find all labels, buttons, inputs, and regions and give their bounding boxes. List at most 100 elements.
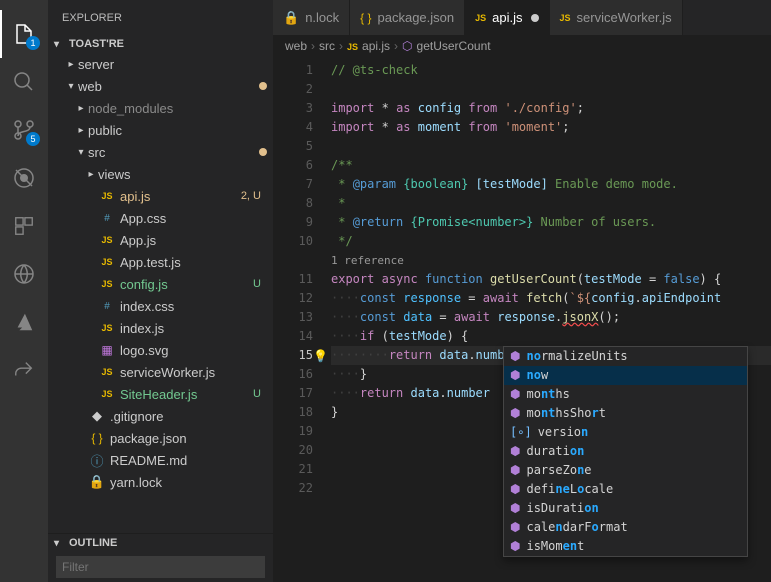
outline-filter-input[interactable] (56, 556, 265, 578)
code-editor[interactable]: 12345678910111213141516171819202122 // @… (273, 57, 771, 582)
activity-azure[interactable] (0, 298, 48, 346)
code-line[interactable]: */ (331, 232, 771, 251)
file-item[interactable]: { }package.json (48, 427, 273, 449)
variable-icon: [∘] (510, 423, 532, 442)
activity-liveshare[interactable] (0, 346, 48, 394)
line-number: 16 (273, 365, 313, 384)
code-line[interactable]: import * as moment from 'moment'; (331, 118, 771, 137)
breadcrumb-item[interactable]: JSapi.js (347, 39, 390, 53)
debug-icon (12, 166, 36, 190)
autocomplete-label: calendarFormat (526, 518, 627, 537)
file-item[interactable]: JSSiteHeader.jsU (48, 383, 273, 405)
code-line[interactable]: * @param {boolean} [testMode] Enable dem… (331, 175, 771, 194)
breadcrumb-item[interactable]: src (319, 39, 335, 53)
file-item[interactable]: ⓘREADME.md (48, 449, 273, 471)
file-label: App.js (120, 233, 267, 248)
folder-item[interactable]: ▾web (48, 75, 273, 97)
code-line[interactable]: ····const data = await response.jsonX(); (331, 308, 771, 327)
file-item[interactable]: 🔒yarn.lock (48, 471, 273, 493)
file-item[interactable]: JSindex.js (48, 317, 273, 339)
code-line[interactable]: ····if (testMode) { (331, 327, 771, 346)
chevron-icon: ▸ (74, 125, 88, 136)
activity-search[interactable] (0, 58, 48, 106)
line-number: 12 (273, 289, 313, 308)
line-number: 13 (273, 308, 313, 327)
file-item[interactable]: #index.css (48, 295, 273, 317)
autocomplete-item[interactable]: [∘] version (504, 423, 747, 442)
autocomplete-item[interactable]: ⬢calendarFormat (504, 518, 747, 537)
code-content[interactable]: // @ts-check import * as config from './c… (331, 57, 771, 582)
autocomplete-item[interactable]: ⬢duration (504, 442, 747, 461)
activity-debug[interactable] (0, 154, 48, 202)
editor-tab[interactable]: JSserviceWorker.js (550, 0, 683, 35)
autocomplete-item[interactable]: ⬢parseZone (504, 461, 747, 480)
code-line[interactable] (331, 80, 771, 99)
file-label: web (78, 79, 259, 94)
code-line[interactable]: export async function getUserCount(testM… (331, 270, 771, 289)
method-icon: ⬢ (510, 499, 520, 518)
breadcrumb[interactable]: web›src›JSapi.js›⬡getUserCount (273, 35, 771, 57)
autocomplete-item[interactable]: ⬢now (504, 366, 747, 385)
folder-item[interactable]: ▾src (48, 141, 273, 163)
autocomplete-label: version (538, 423, 589, 442)
line-number: 21 (273, 460, 313, 479)
file-item[interactable]: ◆.gitignore (48, 405, 273, 427)
editor-area: 🔒n.lock{ }package.jsonJSapi.jsJSserviceW… (273, 0, 771, 582)
activity-scm[interactable]: 5 (0, 106, 48, 154)
lightbulb-icon[interactable]: 💡 (313, 347, 328, 366)
folder-item[interactable]: ▸public (48, 119, 273, 141)
code-line[interactable]: import * as config from './config'; (331, 99, 771, 118)
autocomplete-label: duration (526, 442, 584, 461)
autocomplete-item[interactable]: ⬢defineLocale (504, 480, 747, 499)
code-line[interactable]: ····const response = await fetch(`${conf… (331, 289, 771, 308)
file-item[interactable]: JSapi.js2, U (48, 185, 273, 207)
file-label: App.test.js (120, 255, 267, 270)
outline-section-header[interactable]: ▾ OUTLINE (48, 534, 273, 552)
code-lens[interactable]: 1 reference (331, 251, 771, 270)
method-icon: ⬢ (510, 537, 520, 556)
sidebar-title: EXPLORER (48, 0, 273, 35)
autocomplete-item[interactable]: ⬢isMoment (504, 537, 747, 556)
folder-item[interactable]: ▸server (48, 53, 273, 75)
autocomplete-label: parseZone (526, 461, 591, 480)
breadcrumb-item[interactable]: web (285, 39, 307, 53)
activity-remote[interactable] (0, 250, 48, 298)
chevron-down-icon: ▾ (54, 39, 66, 50)
editor-tab[interactable]: 🔒n.lock (273, 0, 350, 35)
activity-explorer[interactable]: 1 (0, 10, 48, 58)
line-number: 1 (273, 61, 313, 80)
file-item[interactable]: ▦logo.svg (48, 339, 273, 361)
code-line[interactable]: * (331, 194, 771, 213)
file-item[interactable]: JSconfig.jsU (48, 273, 273, 295)
git-status: U (253, 278, 267, 290)
project-section-header[interactable]: ▾ TOAST'RE (48, 35, 273, 53)
folder-item[interactable]: ▸views (48, 163, 273, 185)
line-number: 7 (273, 175, 313, 194)
breadcrumb-item[interactable]: ⬡getUserCount (402, 39, 491, 53)
editor-tab[interactable]: { }package.json (350, 0, 465, 35)
autocomplete-label: months (526, 385, 569, 404)
autocomplete-item[interactable]: ⬢months (504, 385, 747, 404)
autocomplete-item[interactable]: ⬢normalizeUnits (504, 347, 747, 366)
file-item[interactable]: JSserviceWorker.js (48, 361, 273, 383)
editor-tab[interactable]: JSapi.js (465, 0, 549, 35)
file-item[interactable]: JSApp.js (48, 229, 273, 251)
file-label: src (88, 145, 259, 160)
autocomplete-item[interactable]: ⬢isDuration (504, 499, 747, 518)
code-line[interactable]: // @ts-check (331, 61, 771, 80)
file-label: server (78, 57, 267, 72)
file-item[interactable]: #App.css (48, 207, 273, 229)
line-number: 10 (273, 232, 313, 251)
code-line[interactable]: /** (331, 156, 771, 175)
git-status: 2, U (241, 190, 267, 202)
scm-badge: 5 (26, 132, 40, 146)
code-line[interactable]: * @return {Promise<number>} Number of us… (331, 213, 771, 232)
autocomplete-item[interactable]: ⬢monthsShort (504, 404, 747, 423)
activity-extensions[interactable] (0, 202, 48, 250)
file-label: index.css (120, 299, 267, 314)
autocomplete-popup: ⬢normalizeUnits⬢now⬢months⬢monthsShort[∘… (503, 346, 748, 557)
code-line[interactable] (331, 137, 771, 156)
folder-item[interactable]: ▸node_modules (48, 97, 273, 119)
json-icon: { } (360, 11, 371, 25)
file-item[interactable]: JSApp.test.js (48, 251, 273, 273)
